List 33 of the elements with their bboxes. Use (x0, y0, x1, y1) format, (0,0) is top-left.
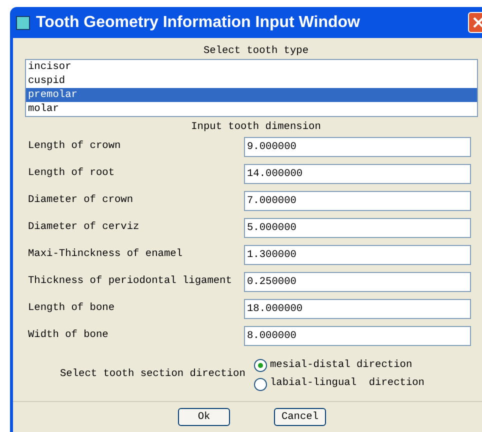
section-heading: Select tooth type (202, 44, 310, 58)
window-title: Tooth Geometry Information Input Window (36, 12, 361, 32)
input-field[interactable]: 7.000000 (244, 191, 471, 211)
field-label: Length of crown (27, 139, 122, 154)
radio-label: labial-lingual direction (270, 376, 424, 392)
list-item[interactable]: premolar (26, 88, 477, 102)
list-item[interactable]: cuspid (26, 74, 477, 88)
field-label: Width of bone (27, 328, 110, 344)
input-field[interactable]: 1.300000 (244, 245, 471, 265)
close-icon (473, 17, 482, 28)
input-field[interactable]: 8.000000 (244, 326, 471, 346)
input-field[interactable]: 14.000000 (244, 164, 471, 184)
field-label: Length of bone (27, 301, 116, 316)
dialog-button[interactable]: Ok (178, 408, 230, 426)
field-label: Diameter of cerviz (27, 220, 140, 236)
input-field[interactable]: 5.000000 (244, 218, 471, 238)
tooth-type-list[interactable]: incisor cuspid premolar molar (25, 59, 478, 117)
input-field[interactable]: 0.250000 (244, 272, 471, 292)
list-item[interactable]: incisor (26, 60, 477, 74)
input-field[interactable]: 18.000000 (244, 299, 471, 319)
input-field[interactable]: 9.000000 (244, 137, 471, 157)
field-label: Thickness of periodontal ligament (27, 274, 233, 290)
field-label: Maxi-Thinckness of enamel (27, 247, 184, 262)
section-heading: Input tooth dimension (190, 120, 322, 134)
window-icon (16, 16, 30, 30)
list-item[interactable]: molar (26, 102, 477, 116)
section-direction-label: Select tooth section direction (59, 367, 246, 382)
dialog-button[interactable]: Cancel (274, 408, 326, 426)
field-label: Length of root (27, 166, 116, 182)
radio-button[interactable] (254, 359, 267, 372)
radio-label: mesial-distal direction (270, 358, 412, 373)
radio-button[interactable] (254, 378, 267, 391)
field-label: Diameter of crown (27, 193, 134, 208)
